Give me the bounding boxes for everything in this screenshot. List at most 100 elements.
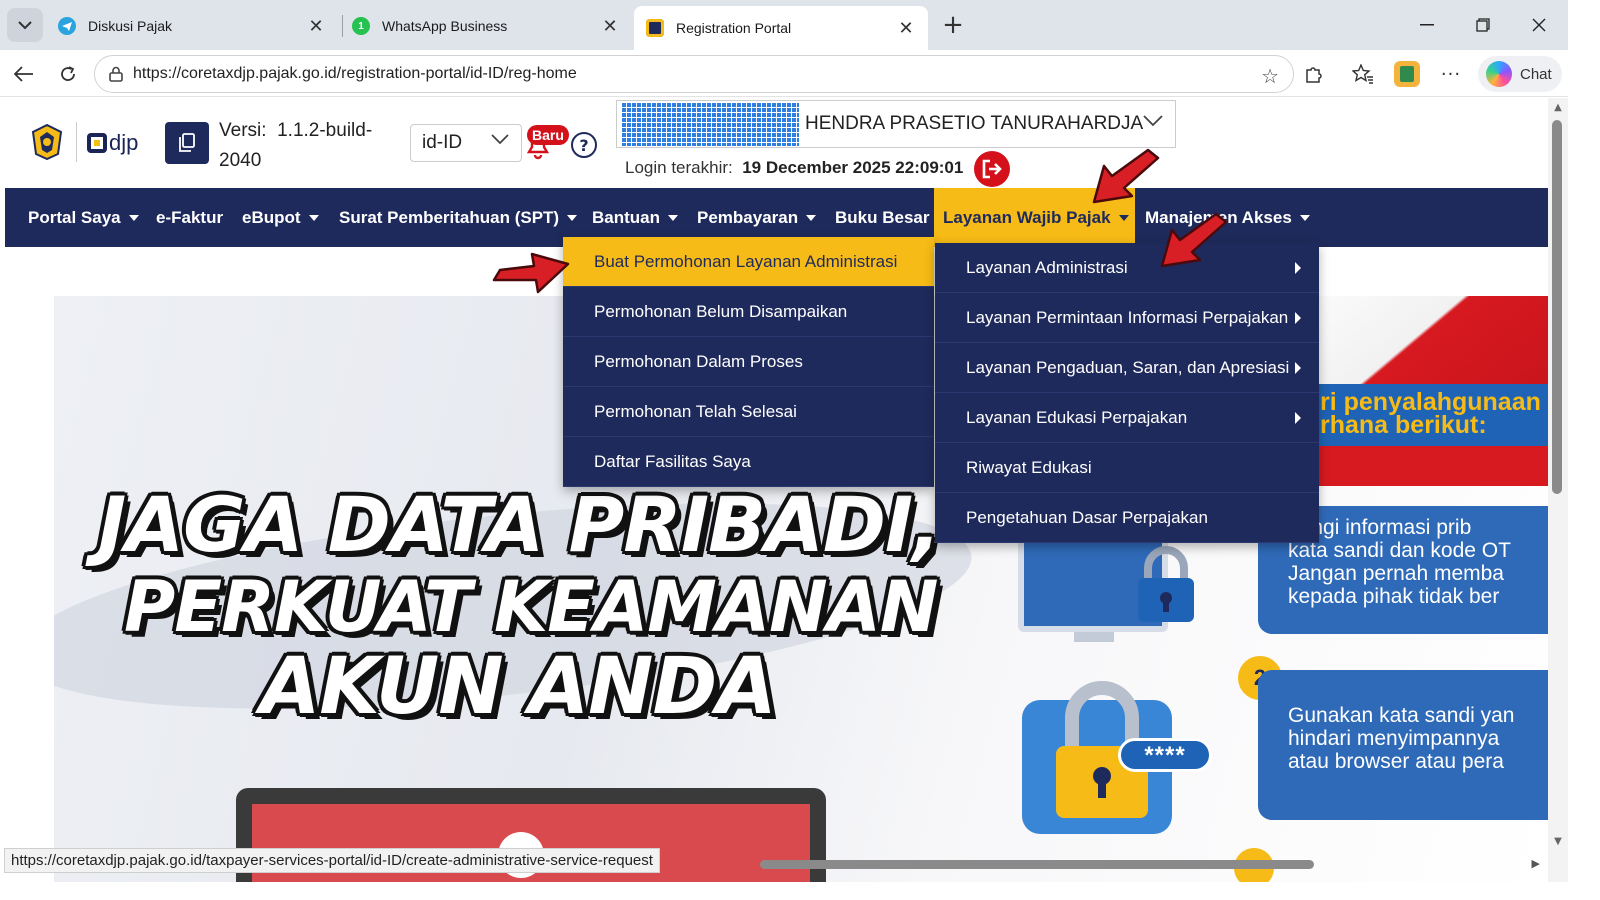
vertical-scroll-thumb[interactable] <box>1552 120 1562 494</box>
tip1-line: dungi informasi prib <box>1288 516 1472 539</box>
new-tab-button[interactable]: + <box>938 10 968 40</box>
caret-down-icon <box>128 214 139 221</box>
menu-item-label: Layanan Permintaan Informasi Perpajakan <box>966 307 1289 327</box>
nav-label: eBupot <box>242 207 301 227</box>
menu-item-belum-disampaikan[interactable]: Permohonan Belum Disampaikan <box>563 287 934 337</box>
menu-item-permintaan-informasi[interactable]: Layanan Permintaan Informasi Perpajakan <box>935 293 1319 343</box>
scroll-down-arrow-icon[interactable]: ▼ <box>1552 836 1564 847</box>
caret-right-icon <box>1295 312 1301 324</box>
close-icon <box>1532 18 1546 32</box>
djp-logo-mark-icon <box>87 133 107 153</box>
tab-label: Diskusi Pajak <box>88 18 173 34</box>
user-name: HENDRA PRASETIO TANURAHARDJA <box>805 113 1144 134</box>
tab-registration-portal[interactable]: Registration Portal ✕ <box>634 6 928 50</box>
menu-item-label: Layanan Administrasi <box>966 257 1128 277</box>
last-login: Login terakhir: 19 December 2025 22:09:0… <box>625 158 963 178</box>
telegram-icon <box>58 17 76 35</box>
chat-label: Chat <box>1520 65 1552 83</box>
tab-label: Registration Portal <box>676 20 792 36</box>
language-value: id-ID <box>422 132 463 153</box>
monitor-stand <box>1074 632 1114 642</box>
horizontal-scroll-thumb[interactable] <box>760 860 1314 869</box>
extensions-button[interactable] <box>1299 59 1329 89</box>
reload-icon <box>61 66 75 81</box>
close-tab-icon[interactable]: ✕ <box>600 16 620 36</box>
menu-item-riwayat-edukasi[interactable]: Riwayat Edukasi <box>935 443 1319 493</box>
menu-item-label: Layanan Pengaduan, Saran, dan Apresiasi <box>966 357 1290 377</box>
version-label: Versi: <box>219 120 267 141</box>
caret-right-icon <box>1295 412 1301 424</box>
puzzle-icon <box>1306 67 1322 83</box>
calculator-icon <box>1394 61 1420 87</box>
nav-manajemen-akses[interactable]: Manajemen Akses <box>1145 188 1310 247</box>
minimize-window-button[interactable] <box>1407 8 1447 42</box>
last-login-label: Login terakhir: <box>625 158 733 177</box>
security-title-banner: ri penyalahgunaan rhana berikut: <box>1310 384 1548 446</box>
restore-icon <box>1476 18 1490 32</box>
scroll-right-arrow-icon[interactable]: ▶ <box>1532 857 1540 870</box>
vertical-scrollbar[interactable]: ▲ ▼ <box>1548 98 1568 882</box>
chevron-down-icon <box>18 20 32 29</box>
menu-item-layanan-administrasi[interactable]: Layanan Administrasi <box>935 243 1319 293</box>
menu-item-telah-selesai[interactable]: Permohonan Telah Selesai <box>563 387 934 437</box>
user-account-select[interactable]: HENDRA PRASETIO TANURAHARDJA <box>616 100 1176 148</box>
tip2-line: Gunakan kata sandi yan <box>1288 704 1515 727</box>
copilot-chat-button[interactable]: Chat <box>1478 56 1562 92</box>
security-tip-card-2: Gunakan kata sandi yan hindari menyimpan… <box>1258 670 1548 820</box>
close-tab-icon[interactable]: ✕ <box>306 16 326 36</box>
reload-button[interactable] <box>51 57 85 91</box>
djp-logo[interactable]: djp <box>87 128 138 158</box>
help-icon[interactable]: ? <box>571 132 597 158</box>
more-options-button[interactable]: ··· <box>1436 59 1466 89</box>
favorites-button[interactable] <box>1348 59 1378 89</box>
restore-window-button[interactable] <box>1463 8 1503 42</box>
caret-right-icon <box>1295 362 1301 374</box>
scroll-up-arrow-icon[interactable]: ▲ <box>1552 102 1564 113</box>
nav-label: Layanan Wajib Pajak <box>943 207 1111 227</box>
close-tab-icon[interactable]: ✕ <box>896 18 916 38</box>
menu-item-dalam-proses[interactable]: Permohonan Dalam Proses <box>563 337 934 387</box>
menu-item-edukasi-perpajakan[interactable]: Layanan Edukasi Perpajakan <box>935 393 1319 443</box>
logout-button[interactable] <box>974 151 1010 187</box>
tab-actions-menu-button[interactable] <box>7 8 43 42</box>
user-redacted-pattern <box>621 102 799 146</box>
favorites-star-list-icon <box>1352 64 1373 84</box>
security-title-line-1: ri penyalahgunaan <box>1320 388 1541 416</box>
caret-down-icon <box>1299 214 1310 221</box>
banner-headline-line-2: PERKUAT KEAMANAN <box>124 566 938 648</box>
horizontal-scrollbar[interactable]: ▶ <box>760 857 1548 872</box>
copy-button[interactable] <box>165 122 209 164</box>
menu-item-pengaduan-saran[interactable]: Layanan Pengaduan, Saran, dan Apresiasi <box>935 343 1319 393</box>
tab-diskusi-pajak[interactable]: Diskusi Pajak ✕ <box>46 6 338 46</box>
menu-item-daftar-fasilitas[interactable]: Daftar Fasilitas Saya <box>563 437 934 487</box>
arrow-left-icon <box>14 66 33 82</box>
red-panel-decoration <box>1310 446 1548 486</box>
nav-portal-saya[interactable]: Portal Saya <box>28 188 139 247</box>
caret-down-icon <box>806 214 817 221</box>
security-title-line-2: rhana berikut: <box>1320 411 1487 439</box>
browser-tab-bar: Diskusi Pajak ✕ 1 WhatsApp Business ✕ Re… <box>0 0 1568 50</box>
menu-item-pengetahuan-dasar[interactable]: Pengetahuan Dasar Perpajakan <box>935 493 1319 543</box>
nav-label: Pembayaran <box>697 207 799 227</box>
caret-down-icon <box>1118 214 1129 221</box>
close-window-button[interactable] <box>1519 8 1559 42</box>
tab-whatsapp-business[interactable]: 1 WhatsApp Business ✕ <box>340 6 632 46</box>
calculator-extension-button[interactable] <box>1392 59 1422 89</box>
tip1-line: kepada pihak tidak ber <box>1288 585 1500 608</box>
caret-right-icon <box>1295 262 1301 274</box>
favorite-star-icon[interactable]: ☆ <box>1261 64 1279 89</box>
version-info: Versi: 1.1.2-build-2040 <box>219 116 399 176</box>
nav-label: Buku Besar <box>835 207 930 227</box>
nav-ebupot[interactable]: eBupot <box>242 188 319 247</box>
menu-item-label: Pengetahuan Dasar Perpajakan <box>966 507 1208 527</box>
back-button[interactable] <box>7 57 41 91</box>
nav-label: Surat Pemberitahuan (SPT) <box>339 207 560 227</box>
nav-layanan-wajib-pajak[interactable]: Layanan Wajib Pajak <box>934 188 1135 247</box>
url-text: https://coretaxdjp.pajak.go.id/registrat… <box>133 65 577 82</box>
header-divider <box>76 122 77 162</box>
address-bar[interactable]: https://coretaxdjp.pajak.go.id/registrat… <box>94 55 1294 93</box>
nav-e-faktur[interactable]: e-Faktur <box>156 188 223 247</box>
menu-item-buat-permohonan[interactable]: Buat Permohonan Layanan Administrasi <box>563 237 934 287</box>
language-select[interactable]: id-ID <box>410 124 522 162</box>
nav-spt[interactable]: Surat Pemberitahuan (SPT) <box>339 188 578 247</box>
